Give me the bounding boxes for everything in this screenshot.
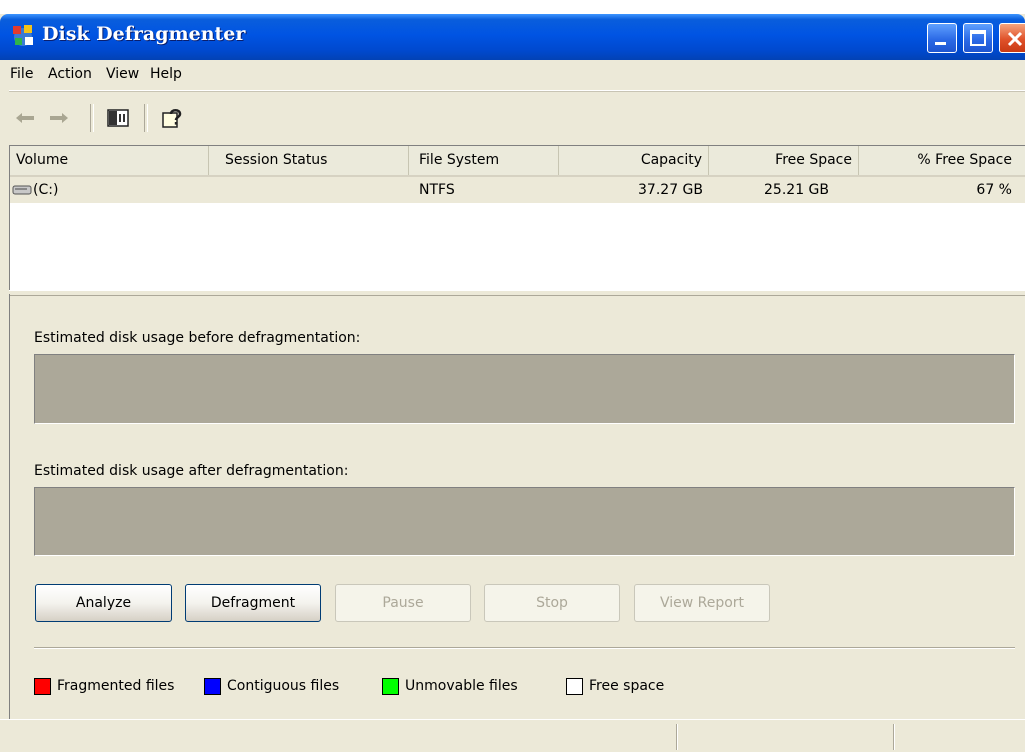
analyze-button[interactable]: Analyze xyxy=(35,584,172,622)
percent-free-space-cell: 67 % xyxy=(976,182,1012,198)
legend-item-fragmented: Fragmented files xyxy=(34,675,174,697)
close-icon xyxy=(1007,31,1023,47)
file-system-cell: NTFS xyxy=(419,182,455,198)
hard-drive-icon xyxy=(12,185,32,195)
maximize-button[interactable] xyxy=(963,23,993,53)
pause-button[interactable]: Pause xyxy=(335,584,471,622)
disk-defragmenter-app-icon xyxy=(13,25,33,46)
stop-button[interactable]: Stop xyxy=(484,584,620,622)
background-strip xyxy=(0,0,1025,14)
close-button[interactable] xyxy=(999,23,1025,53)
volume-name: (C:) xyxy=(33,182,59,198)
legend-item-unmovable: Unmovable files xyxy=(382,675,518,697)
capacity-cell: 37.27 GB xyxy=(638,182,703,198)
status-bar-divider xyxy=(893,724,895,750)
toolbar-separator xyxy=(144,104,148,132)
contiguous-color-swatch xyxy=(204,677,221,695)
toolbar xyxy=(0,91,1025,144)
legend-divider xyxy=(34,647,1015,649)
volume-list[interactable]: Volume Session Status File System Capaci… xyxy=(9,145,1025,291)
menu-file[interactable]: File xyxy=(10,66,33,82)
legend-item-contiguous: Contiguous files xyxy=(204,675,339,697)
before-defrag-usage-display xyxy=(34,354,1015,424)
after-defrag-label: Estimated disk usage after defragmentati… xyxy=(34,463,349,479)
menu-action[interactable]: Action xyxy=(48,66,92,82)
menu-help[interactable]: Help xyxy=(150,66,182,82)
legend-label: Unmovable files xyxy=(405,678,518,694)
column-header-capacity[interactable]: Capacity xyxy=(559,146,709,175)
maximize-icon xyxy=(970,30,986,46)
unmovable-color-swatch xyxy=(382,677,399,695)
status-bar-divider xyxy=(676,724,678,750)
view-report-button[interactable]: View Report xyxy=(634,584,770,622)
menu-view[interactable]: View xyxy=(106,66,139,82)
help-icon[interactable] xyxy=(160,106,184,130)
disk-defragmenter-window: Disk Defragmenter File Action View Help xyxy=(0,14,1025,752)
defragment-button[interactable]: Defragment xyxy=(185,584,321,622)
legend-label: Fragmented files xyxy=(57,678,175,694)
column-header-free-space[interactable]: Free Space xyxy=(709,146,859,175)
toolbar-separator xyxy=(90,104,94,132)
legend-label: Contiguous files xyxy=(227,678,340,694)
fragmented-color-swatch xyxy=(34,677,51,695)
legend-item-free-space: Free space xyxy=(566,675,664,697)
after-defrag-usage-display xyxy=(34,487,1015,556)
frame-inner-edge xyxy=(6,294,10,719)
column-header-volume[interactable]: Volume xyxy=(10,146,209,175)
column-header-session-status[interactable]: Session Status xyxy=(209,146,409,175)
free-space-cell: 25.21 GB xyxy=(764,182,829,198)
legend-label: Free space xyxy=(589,678,665,694)
table-row[interactable]: (C:) NTFS 37.27 GB 25.21 GB 67 % xyxy=(10,177,1025,203)
minimize-button[interactable] xyxy=(927,23,957,53)
forward-arrow-icon[interactable] xyxy=(48,106,70,130)
menu-bar: File Action View Help xyxy=(0,60,1025,91)
session-status-cell xyxy=(209,177,409,203)
volume-list-header: Volume Session Status File System Capaci… xyxy=(10,146,1025,177)
volume-cell: (C:) xyxy=(10,177,209,203)
free-space-color-swatch xyxy=(566,677,583,695)
column-header-percent-free-space[interactable]: % Free Space xyxy=(859,146,1018,175)
before-defrag-label: Estimated disk usage before defragmentat… xyxy=(34,330,361,346)
show-hide-console-tree-icon[interactable] xyxy=(106,106,130,130)
column-header-file-system[interactable]: File System xyxy=(409,146,559,175)
title-bar[interactable]: Disk Defragmenter xyxy=(0,14,1025,60)
back-arrow-icon[interactable] xyxy=(14,106,36,130)
minimize-icon xyxy=(935,42,946,45)
window-title: Disk Defragmenter xyxy=(42,23,246,45)
status-bar xyxy=(0,719,1025,752)
pane-splitter[interactable] xyxy=(9,290,1025,296)
